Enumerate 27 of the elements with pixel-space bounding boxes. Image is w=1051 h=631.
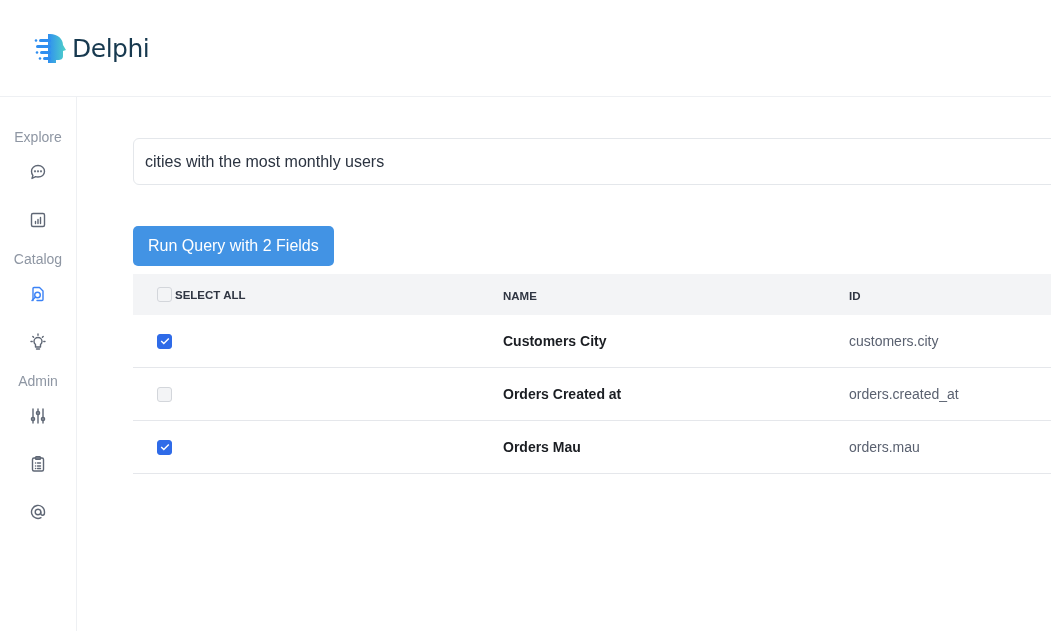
lightbulb-icon (29, 333, 47, 351)
field-name-cell: Orders Mau (503, 439, 581, 455)
sliders-icon (29, 407, 47, 425)
brand-name: Delphi (72, 33, 150, 63)
checkmark-icon (159, 337, 170, 345)
checkmark-icon (159, 443, 170, 451)
row-checkbox[interactable] (157, 333, 172, 349)
clipboard-icon (29, 455, 47, 473)
row-checkbox[interactable] (157, 439, 172, 455)
sidebar-section-label: Catalog (13, 250, 63, 269)
chat-bubble-icon (29, 163, 47, 181)
brain-logo-icon (34, 31, 68, 65)
sidebar-section-label: Admin (18, 372, 58, 391)
field-name-cell: Customers City (503, 333, 607, 349)
select-all-checkbox[interactable] (157, 287, 172, 302)
field-id-cell: orders.created_at (849, 386, 959, 402)
bar-chart-icon (29, 211, 47, 229)
select-all-label: SELECT ALL (175, 288, 246, 301)
at-sign-icon (29, 503, 47, 521)
column-header: NAME (503, 289, 537, 302)
query-input-field[interactable]: cities with the most monthly users (133, 138, 1051, 185)
document-search-icon (29, 285, 47, 303)
field-id-cell: orders.mau (849, 439, 920, 455)
field-id-cell: customers.city (849, 333, 939, 349)
sidebar-section-label: Explore (14, 128, 62, 147)
field-name-cell: Orders Created at (503, 386, 622, 402)
column-header: ID (849, 289, 861, 302)
